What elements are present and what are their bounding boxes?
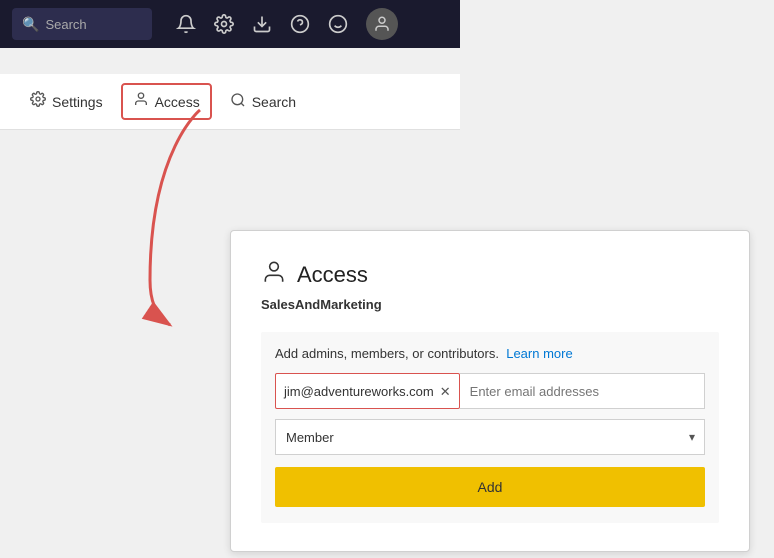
remove-email-button[interactable]: ✕ — [440, 385, 451, 398]
workspace-name: SalesAndMarketing — [261, 297, 719, 312]
access-person-icon — [133, 91, 149, 112]
email-input[interactable] — [460, 373, 705, 409]
search-icon: 🔍 — [22, 16, 39, 33]
email-tag[interactable]: jim@adventureworks.com ✕ — [275, 373, 460, 409]
role-select[interactable]: Member Admin Contributor Viewer — [275, 419, 705, 455]
search-box[interactable]: 🔍 — [12, 8, 152, 40]
add-description: Add admins, members, or contributors. Le… — [261, 332, 719, 523]
settings-gear-icon — [30, 91, 46, 112]
access-label: Access — [155, 94, 200, 110]
topbar-icons — [176, 8, 398, 40]
email-tag-text: jim@adventureworks.com — [284, 384, 434, 399]
search-nav-item[interactable]: Search — [220, 86, 306, 117]
add-button[interactable]: Add — [275, 467, 705, 507]
access-panel-title: Access — [297, 262, 368, 288]
add-desc-text: Add admins, members, or contributors. Le… — [275, 346, 705, 361]
download-icon[interactable] — [252, 14, 272, 34]
access-title-icon — [261, 259, 287, 291]
learn-more-link[interactable]: Learn more — [506, 346, 572, 361]
access-title: Access — [261, 259, 719, 291]
email-row: jim@adventureworks.com ✕ — [275, 373, 705, 409]
bell-icon[interactable] — [176, 14, 196, 34]
settings-bar: Settings Access Search — [0, 74, 460, 130]
avatar[interactable] — [366, 8, 398, 40]
role-select-wrapper: Member Admin Contributor Viewer ▾ — [275, 419, 705, 455]
access-panel: Access SalesAndMarketing Add admins, mem… — [230, 230, 750, 552]
settings-label: Settings — [52, 94, 103, 110]
access-nav-item[interactable]: Access — [121, 83, 212, 120]
help-icon[interactable] — [290, 14, 310, 34]
settings-nav-item[interactable]: Settings — [20, 85, 113, 118]
topbar: 🔍 — [0, 0, 460, 48]
search-nav-icon — [230, 92, 246, 111]
emoji-icon[interactable] — [328, 14, 348, 34]
settings-icon[interactable] — [214, 14, 234, 34]
add-desc-main-text: Add admins, members, or contributors. — [275, 346, 499, 361]
search-nav-label: Search — [252, 94, 296, 110]
search-input[interactable] — [45, 17, 135, 32]
